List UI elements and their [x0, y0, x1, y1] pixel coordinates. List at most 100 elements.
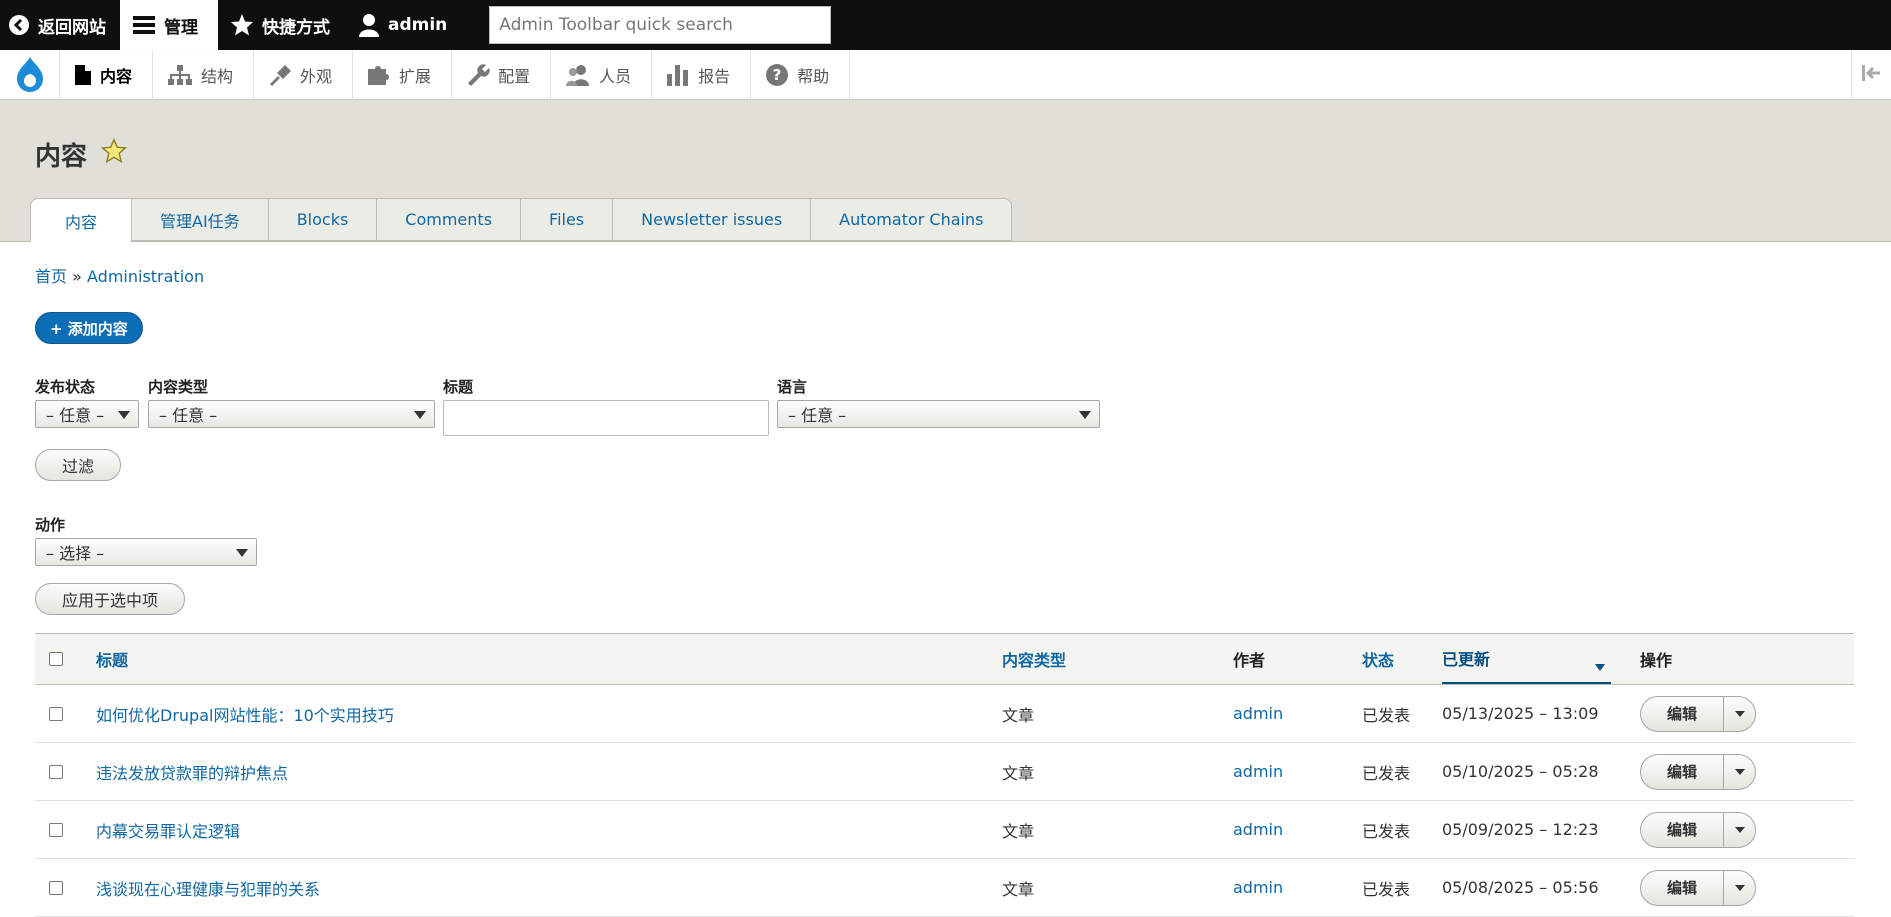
- row-operations-dropbutton: 编辑: [1640, 811, 1756, 848]
- language-filter-label: 语言: [777, 378, 808, 396]
- language-filter-select[interactable]: – 任意 –: [777, 400, 1100, 428]
- tray-item-config[interactable]: 配置: [452, 50, 552, 99]
- wrench-icon: [466, 63, 490, 86]
- edit-button[interactable]: 编辑: [1641, 813, 1723, 847]
- language-filter-value: – 任意 –: [788, 406, 847, 425]
- row-title-link[interactable]: 内幕交易罪认定逻辑: [96, 801, 240, 858]
- user-label: admin: [388, 15, 448, 35]
- file-icon: [74, 64, 92, 86]
- tab-ai-tasks[interactable]: 管理AI任务: [132, 198, 269, 241]
- tab-automator-chains[interactable]: Automator Chains: [811, 198, 1013, 241]
- row-operations-dropbutton: 编辑: [1640, 753, 1756, 790]
- admin-tray: 内容 结构 外观 扩展 配置 人员 报告 ? 帮助: [0, 50, 1891, 100]
- row-author-link[interactable]: admin: [1233, 743, 1283, 800]
- row-checkbox[interactable]: [49, 822, 63, 837]
- tray-item-content[interactable]: 内容: [60, 50, 154, 99]
- row-checkbox[interactable]: [49, 764, 63, 779]
- user-tab[interactable]: admin: [344, 0, 461, 50]
- row-checkbox[interactable]: [49, 880, 63, 895]
- operations-toggle-button[interactable]: [1723, 870, 1755, 905]
- edit-button[interactable]: 编辑: [1641, 871, 1723, 905]
- filter-button[interactable]: 过滤: [35, 449, 122, 481]
- tab-files[interactable]: Files: [521, 198, 614, 241]
- puzzle-icon: [367, 64, 391, 86]
- star-icon: [230, 13, 254, 37]
- chevron-down-icon: [1734, 884, 1745, 891]
- chevron-down-icon: [414, 411, 426, 419]
- col-updated-header[interactable]: 已更新: [1442, 634, 1611, 684]
- tray-item-label: 报告: [698, 66, 731, 86]
- col-status-header[interactable]: 状态: [1362, 634, 1394, 684]
- tab-blocks[interactable]: Blocks: [268, 198, 378, 241]
- breadcrumb: 首页 » Administration: [35, 263, 204, 287]
- bulk-action-select[interactable]: – 选择 –: [35, 538, 257, 566]
- operations-toggle-button[interactable]: [1723, 812, 1755, 847]
- row-author-link[interactable]: admin: [1233, 685, 1283, 742]
- table-header-row: 标题 内容类型 作者 状态 已更新 操作: [35, 633, 1854, 685]
- primary-tabs: 内容 管理AI任务 Blocks Comments Files Newslett…: [30, 198, 1013, 242]
- sort-desc-icon: [1595, 656, 1605, 675]
- back-to-site-link[interactable]: 返回网站: [0, 0, 120, 50]
- star-shortcut-icon[interactable]: [100, 137, 128, 171]
- select-all-checkbox[interactable]: [49, 652, 63, 666]
- select-all-checkbox-cell: [49, 634, 63, 684]
- table-row: 浅谈现在心理健康与犯罪的关系 文章 admin 已发表 05/08/2025 –…: [35, 859, 1854, 917]
- status-filter-select[interactable]: – 任意 –: [35, 400, 139, 428]
- manage-tab[interactable]: 管理: [120, 0, 218, 50]
- sitemap-icon: [167, 64, 193, 86]
- apply-to-selected-button[interactable]: 应用于选中项: [35, 583, 186, 615]
- admin-toolbar-search-input[interactable]: [489, 6, 832, 44]
- row-operations-dropbutton: 编辑: [1640, 869, 1756, 906]
- col-type-header[interactable]: 内容类型: [1002, 634, 1066, 684]
- table-row: 违法发放贷款罪的辩护焦点 文章 admin 已发表 05/10/2025 – 0…: [35, 743, 1854, 801]
- tray-item-help[interactable]: ? 帮助: [751, 50, 851, 99]
- row-status: 已发表: [1362, 821, 1411, 841]
- content-table: 标题 内容类型 作者 状态 已更新 操作 如何优化Drupal网站性能：10个实…: [35, 633, 1854, 917]
- row-title-link[interactable]: 浅谈现在心理健康与犯罪的关系: [96, 859, 320, 916]
- shortcuts-tab[interactable]: 快捷方式: [218, 0, 344, 50]
- chevron-down-icon: [236, 549, 248, 557]
- page-header: 内容 内容 管理AI任务 Blocks Comments Files Newsl…: [0, 100, 1891, 242]
- row-title-link[interactable]: 违法发放贷款罪的辩护焦点: [96, 743, 288, 800]
- col-title-header[interactable]: 标题: [96, 634, 128, 684]
- back-to-site-label: 返回网站: [38, 17, 106, 38]
- table-row: 内幕交易罪认定逻辑 文章 admin 已发表 05/09/2025 – 12:2…: [35, 801, 1854, 859]
- tray-item-structure[interactable]: 结构: [153, 50, 255, 99]
- operations-toggle-button[interactable]: [1723, 754, 1755, 789]
- tray-item-label: 人员: [599, 66, 632, 86]
- tray-item-appearance[interactable]: 外观: [254, 50, 354, 99]
- col-author-header: 作者: [1233, 651, 1266, 670]
- edit-button[interactable]: 编辑: [1641, 755, 1723, 789]
- chevron-down-icon: [1079, 411, 1091, 419]
- row-author-link[interactable]: admin: [1233, 859, 1283, 916]
- tab-newsletter-issues[interactable]: Newsletter issues: [613, 198, 812, 241]
- title-filter-input[interactable]: [443, 400, 769, 436]
- row-author-link[interactable]: admin: [1233, 801, 1283, 858]
- tray-item-label: 结构: [201, 66, 234, 86]
- edit-button[interactable]: 编辑: [1641, 697, 1723, 731]
- col-operations-header: 操作: [1640, 651, 1673, 670]
- page-title: 内容: [35, 136, 128, 173]
- chart-icon: [666, 64, 690, 86]
- people-icon: [565, 64, 591, 86]
- chevron-down-icon: [1734, 768, 1745, 775]
- row-type: 文章: [1002, 763, 1035, 783]
- row-checkbox[interactable]: [49, 706, 63, 721]
- bulk-action-label: 动作: [35, 516, 66, 534]
- tab-content[interactable]: 内容: [30, 198, 133, 242]
- breadcrumb-home-link[interactable]: 首页: [35, 267, 67, 286]
- tray-item-people[interactable]: 人员: [551, 50, 653, 99]
- collapse-tray-button[interactable]: [1851, 50, 1891, 99]
- type-filter-label: 内容类型: [148, 378, 209, 396]
- breadcrumb-admin-link[interactable]: Administration: [87, 267, 204, 286]
- tray-item-extend[interactable]: 扩展: [353, 50, 453, 99]
- row-title-link[interactable]: 如何优化Drupal网站性能：10个实用技巧: [96, 685, 394, 742]
- drupal-logo-icon[interactable]: [0, 50, 60, 99]
- tab-comments[interactable]: Comments: [377, 198, 522, 241]
- add-content-button[interactable]: + 添加内容: [35, 312, 143, 344]
- tray-item-reports[interactable]: 报告: [652, 50, 752, 99]
- type-filter-select[interactable]: – 任意 –: [148, 400, 435, 428]
- operations-toggle-button[interactable]: [1723, 696, 1755, 731]
- tray-item-label: 配置: [498, 66, 531, 86]
- chevron-left-circle-icon: [8, 14, 30, 36]
